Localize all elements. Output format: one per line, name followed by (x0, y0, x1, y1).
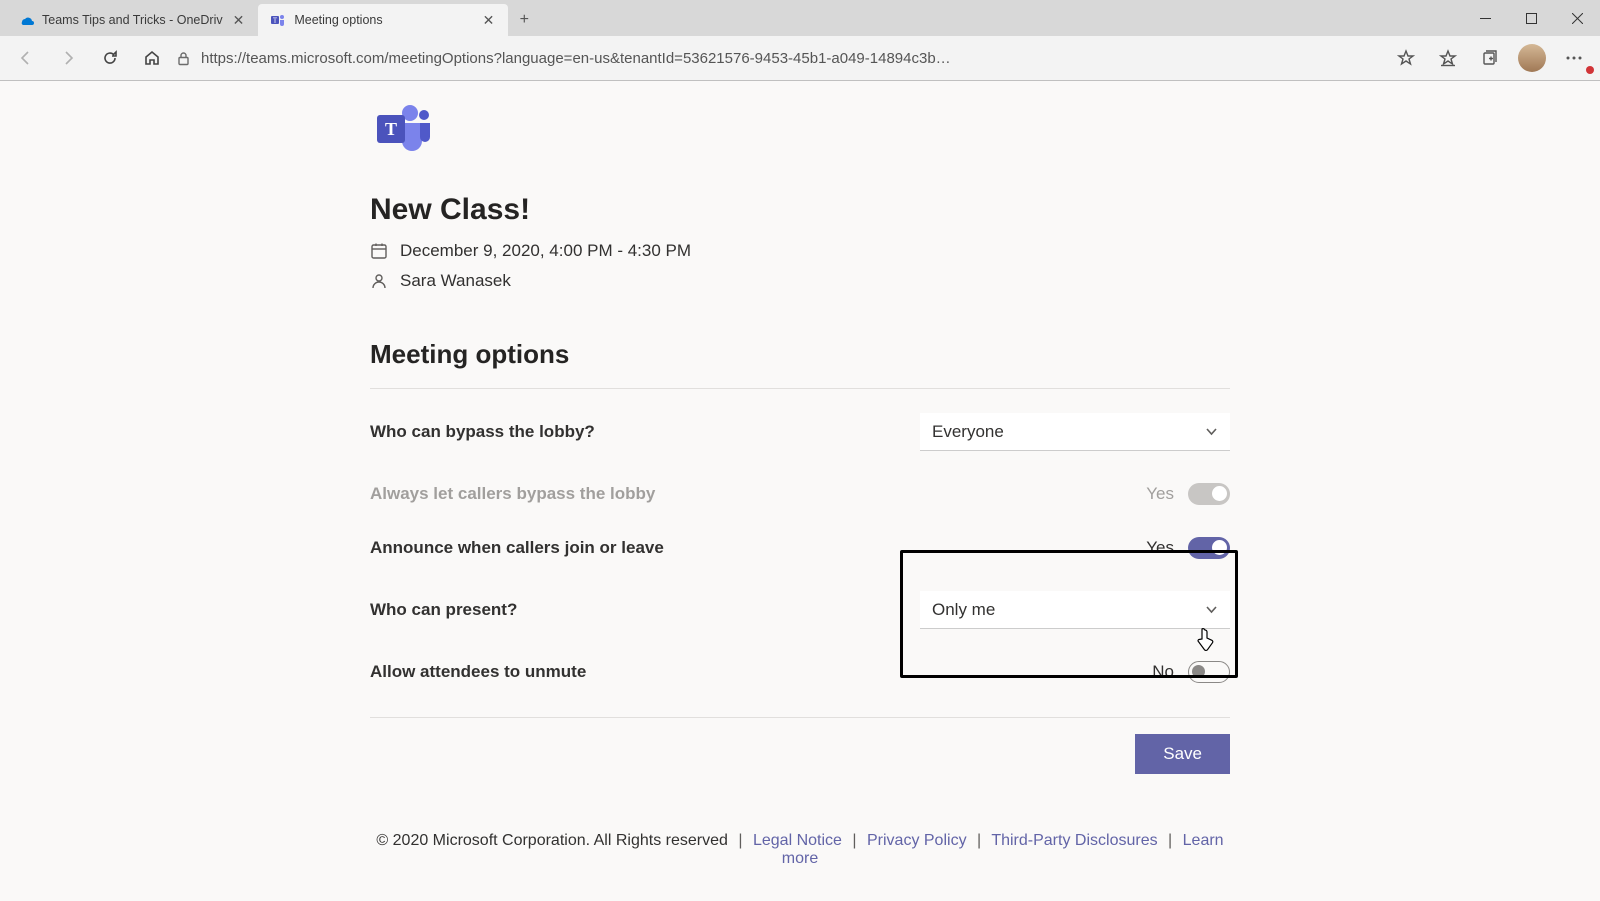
back-button[interactable] (8, 40, 44, 76)
present-select[interactable]: Only me (920, 591, 1230, 629)
tab-label: Teams Tips and Tricks - OneDriv (42, 13, 223, 27)
minimize-button[interactable] (1462, 0, 1508, 36)
browser-toolbar: https://teams.microsoft.com/meetingOptio… (0, 36, 1600, 80)
favorites-bar-button[interactable] (1430, 40, 1466, 76)
lock-icon (176, 51, 191, 66)
teams-icon: T (270, 12, 286, 28)
page-content: T New Class! December 9, 2020, 4:00 PM -… (0, 81, 1600, 901)
chevron-down-icon (1205, 425, 1218, 438)
home-button[interactable] (134, 40, 170, 76)
meeting-datetime-row: December 9, 2020, 4:00 PM - 4:30 PM (370, 241, 1230, 261)
close-icon[interactable]: ✕ (231, 10, 247, 31)
svg-text:T: T (385, 119, 397, 139)
select-value: Everyone (932, 422, 1004, 442)
divider (370, 388, 1230, 389)
new-tab-button[interactable]: + (508, 4, 540, 36)
option-callers-bypass: Always let callers bypass the lobby Yes (370, 467, 1230, 521)
option-label: Who can present? (370, 600, 517, 620)
close-icon[interactable]: ✕ (481, 10, 497, 31)
teams-logo: T (374, 101, 1230, 155)
calendar-icon (370, 242, 388, 260)
option-label: Always let callers bypass the lobby (370, 484, 655, 504)
option-label: Announce when callers join or leave (370, 538, 664, 558)
meeting-title: New Class! (370, 193, 1230, 227)
svg-text:T: T (273, 17, 278, 25)
unmute-toggle[interactable] (1188, 661, 1230, 683)
tab-onedrive[interactable]: Teams Tips and Tricks - OneDriv ✕ (6, 4, 258, 36)
menu-button[interactable] (1556, 40, 1592, 76)
callers-bypass-toggle (1188, 483, 1230, 505)
profile-button[interactable] (1514, 40, 1550, 76)
onedrive-icon (18, 12, 34, 28)
section-title: Meeting options (370, 339, 1230, 370)
forward-button[interactable] (50, 40, 86, 76)
toggle-value: Yes (1146, 538, 1174, 558)
meeting-organizer-row: Sara Wanasek (370, 271, 1230, 291)
maximize-button[interactable] (1508, 0, 1554, 36)
url-text: https://teams.microsoft.com/meetingOptio… (201, 50, 951, 67)
save-button[interactable]: Save (1135, 734, 1230, 774)
person-icon (370, 272, 388, 290)
close-window-button[interactable] (1554, 0, 1600, 36)
option-present: Who can present? Only me (370, 575, 1230, 645)
meeting-organizer: Sara Wanasek (400, 271, 511, 291)
option-label: Allow attendees to unmute (370, 662, 586, 682)
toggle-value: Yes (1146, 484, 1174, 504)
meeting-datetime: December 9, 2020, 4:00 PM - 4:30 PM (400, 241, 691, 261)
tab-strip: Teams Tips and Tricks - OneDriv ✕ T Meet… (0, 0, 1600, 36)
footer-link-legal[interactable]: Legal Notice (753, 832, 842, 849)
bypass-lobby-select[interactable]: Everyone (920, 413, 1230, 451)
refresh-button[interactable] (92, 40, 128, 76)
address-bar[interactable]: https://teams.microsoft.com/meetingOptio… (176, 50, 1382, 67)
option-bypass-lobby: Who can bypass the lobby? Everyone (370, 397, 1230, 467)
favorite-button[interactable] (1388, 40, 1424, 76)
toggle-value: No (1146, 662, 1174, 682)
tab-label: Meeting options (294, 13, 472, 27)
window-controls (1462, 0, 1600, 36)
footer-link-privacy[interactable]: Privacy Policy (867, 832, 967, 849)
collections-button[interactable] (1472, 40, 1508, 76)
copyright: © 2020 Microsoft Corporation. All Rights… (376, 832, 728, 849)
tab-meeting-options[interactable]: T Meeting options ✕ (258, 4, 508, 36)
announce-toggle[interactable] (1188, 537, 1230, 559)
divider (370, 717, 1230, 718)
browser-chrome: Teams Tips and Tricks - OneDriv ✕ T Meet… (0, 0, 1600, 81)
chevron-down-icon (1205, 603, 1218, 616)
option-announce: Announce when callers join or leave Yes (370, 521, 1230, 575)
select-value: Only me (932, 600, 995, 620)
option-unmute: Allow attendees to unmute No (370, 645, 1230, 699)
avatar (1518, 44, 1546, 72)
footer: © 2020 Microsoft Corporation. All Rights… (370, 774, 1230, 888)
footer-link-thirdparty[interactable]: Third-Party Disclosures (991, 832, 1157, 849)
option-label: Who can bypass the lobby? (370, 422, 595, 442)
